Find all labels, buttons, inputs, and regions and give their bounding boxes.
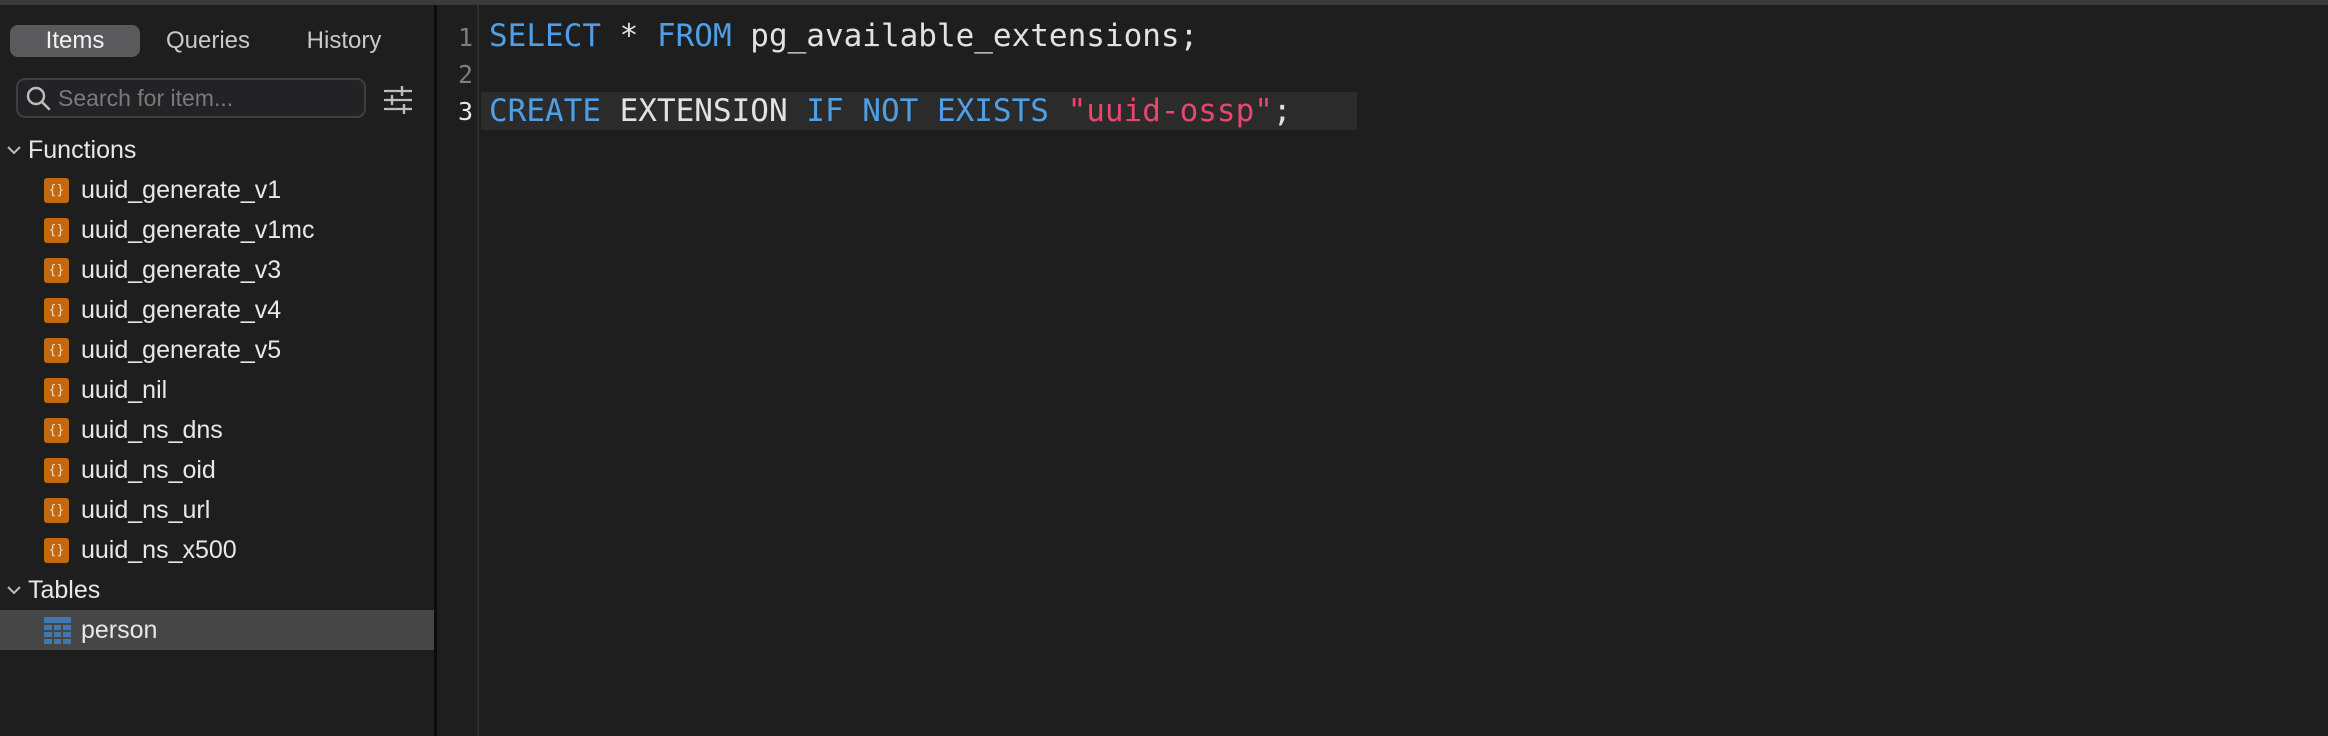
function-icon: {} — [44, 377, 69, 403]
function-name: uuid_generate_v3 — [81, 255, 282, 284]
line-number: 3 — [457, 97, 473, 126]
object-tree: Functions {} uuid_generate_v1 {} uuid_gene… — [0, 130, 434, 650]
filter-settings-button[interactable] — [382, 85, 414, 115]
function-item[interactable]: {} uuid_ns_dns — [0, 410, 434, 450]
search-icon — [18, 79, 58, 117]
function-name: uuid_nil — [81, 375, 168, 404]
code-line-1[interactable]: SELECT * FROM pg_available_extensions; — [489, 17, 2319, 55]
function-icon: {} — [44, 297, 69, 323]
function-icon: {} — [44, 497, 69, 523]
group-label: Functions — [28, 135, 137, 164]
chevron-down-icon — [6, 139, 28, 161]
sidebar-segmented-control: Items Queries History — [10, 23, 412, 59]
function-icon: {} — [44, 537, 69, 563]
code-text: ; — [1272, 93, 1292, 129]
group-functions[interactable]: Functions — [0, 130, 434, 170]
sliders-icon — [382, 86, 414, 119]
tab-history[interactable]: History — [276, 25, 412, 57]
code-line-2[interactable] — [489, 54, 2319, 92]
function-icon: {} — [44, 457, 69, 483]
sql-keyword: IF NOT EXISTS — [806, 93, 1049, 129]
function-item[interactable]: {} uuid_generate_v1 — [0, 170, 434, 210]
group-tables[interactable]: Tables — [0, 570, 434, 610]
app-window: Items Queries History Search for item...… — [0, 0, 2328, 736]
code-text: * — [600, 18, 657, 54]
function-name: uuid_generate_v4 — [81, 295, 282, 324]
group-label: Tables — [28, 575, 101, 604]
function-item[interactable]: {} uuid_generate_v5 — [0, 330, 434, 370]
line-number: 2 — [457, 60, 473, 89]
sql-editor[interactable]: 1 2 3 SELECT * FROM pg_available_extensi… — [437, 5, 2328, 736]
table-name: person — [81, 615, 158, 644]
function-item[interactable]: {} uuid_ns_oid — [0, 450, 434, 490]
function-icon: {} — [44, 417, 69, 443]
function-item[interactable]: {} uuid_nil — [0, 370, 434, 410]
tab-items[interactable]: Items — [10, 25, 140, 57]
code-text: pg_available_extensions; — [731, 18, 1199, 54]
line-number-gutter: 1 2 3 — [437, 5, 479, 736]
sql-keyword: CREATE — [489, 93, 601, 129]
code-text: EXTENSION — [600, 93, 807, 129]
function-name: uuid_generate_v5 — [81, 335, 282, 364]
function-name: uuid_ns_x500 — [81, 535, 237, 564]
function-name: uuid_generate_v1mc — [81, 215, 315, 244]
chevron-down-icon — [6, 579, 28, 601]
line-number: 1 — [457, 23, 473, 52]
sql-keyword: FROM — [656, 18, 732, 54]
function-item[interactable]: {} uuid_generate_v1mc — [0, 210, 434, 250]
sql-keyword: SELECT — [489, 18, 601, 54]
function-icon: {} — [44, 257, 69, 283]
function-name: uuid_ns_url — [81, 495, 211, 524]
function-name: uuid_generate_v1 — [81, 175, 282, 204]
search-input[interactable] — [58, 81, 364, 115]
sql-string: "uuid-ossp" — [1067, 93, 1273, 129]
function-name: uuid_ns_oid — [81, 455, 216, 484]
sidebar: Items Queries History Search for item...… — [0, 5, 434, 736]
tab-queries[interactable]: Queries — [140, 25, 276, 57]
function-item[interactable]: {} uuid_ns_url — [0, 490, 434, 530]
function-item[interactable]: {} uuid_ns_x500 — [0, 530, 434, 570]
function-icon: {} — [44, 177, 69, 203]
function-item[interactable]: {} uuid_generate_v4 — [0, 290, 434, 330]
function-item[interactable]: {} uuid_generate_v3 — [0, 250, 434, 290]
search-box — [16, 78, 366, 118]
table-item-person[interactable]: person — [0, 610, 434, 650]
function-name: uuid_ns_dns — [81, 415, 223, 444]
table-icon — [44, 616, 71, 644]
code-line-3[interactable]: CREATE EXTENSION IF NOT EXISTS "uuid-oss… — [489, 92, 2319, 130]
function-icon: {} — [44, 217, 69, 243]
function-icon: {} — [44, 337, 69, 363]
